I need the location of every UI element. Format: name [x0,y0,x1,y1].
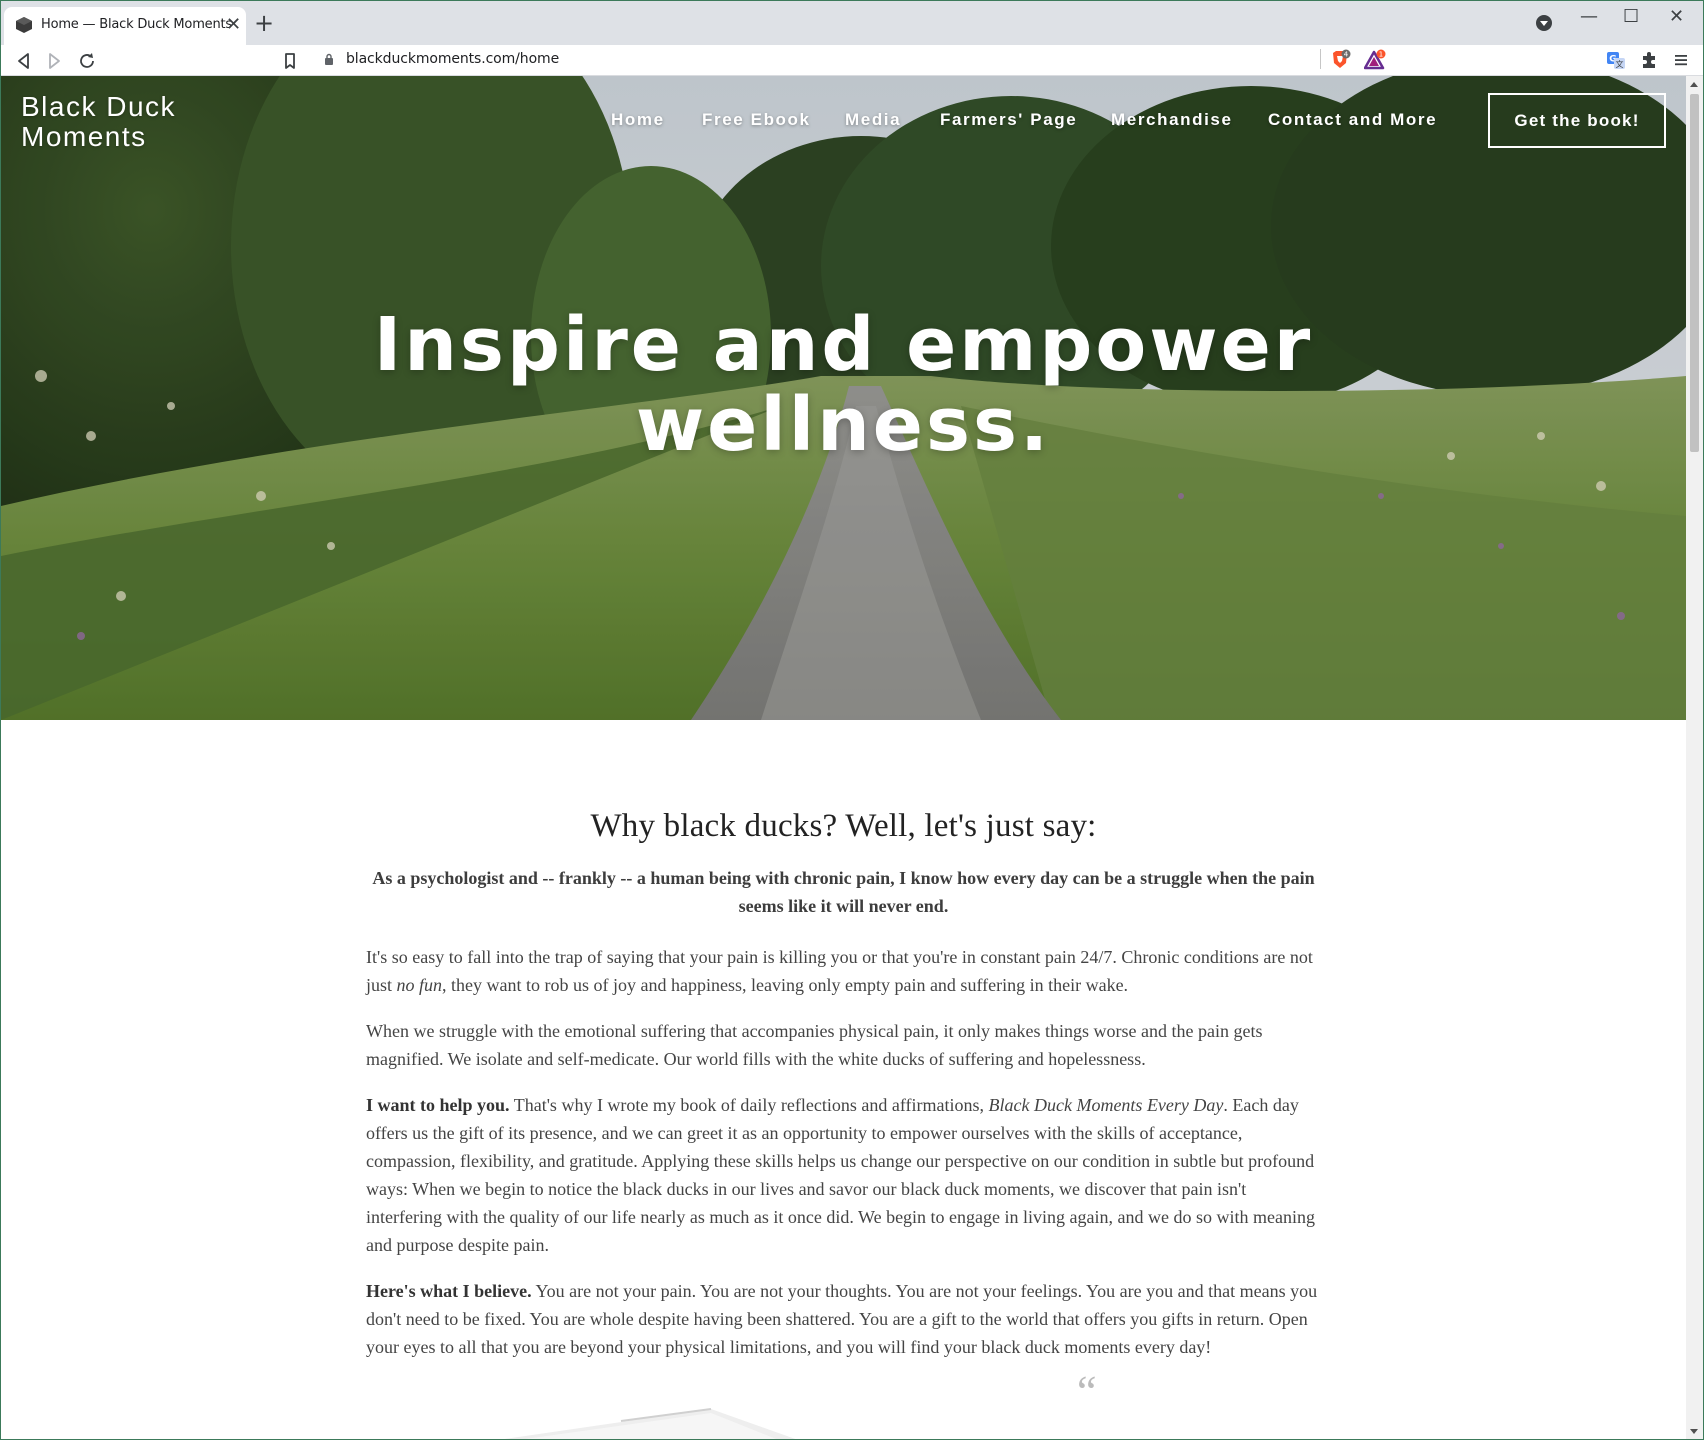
bookmark-icon[interactable] [278,49,302,73]
translate-icon[interactable]: G 文 [1605,49,1627,71]
intro-section: Why black ducks? Well, let's just say: A… [366,808,1321,1361]
scroll-up-icon[interactable] [1690,82,1698,87]
hero-headline-line2: wellness. [635,382,1052,468]
forward-icon[interactable] [42,49,66,73]
new-tab-button[interactable]: + [254,10,274,36]
hero-headline-line1: Inspire and empower [373,302,1314,388]
nav-link-contact[interactable]: Contact and More [1268,110,1437,130]
paragraph-4: Here's what I believe. You are not your … [366,1277,1321,1361]
nav-link-merchandise[interactable]: Merchandise [1111,110,1233,130]
paragraph-1-emphasis: no fun [396,975,443,995]
tab-title: Home — Black Duck Moments [41,17,232,32]
page-scrollbar[interactable] [1686,76,1703,1440]
paragraph-3: I want to help you. That's why I wrote m… [366,1091,1321,1259]
brave-rewards-icon[interactable]: 1 [1364,49,1386,71]
site-favicon-icon [16,17,32,33]
browser-toolbar: blackduckmoments.com/home 4 1 G 文 [0,45,1704,76]
tab-strip: Home — Black Duck Moments ✕ + — ☐ ✕ [0,0,1704,45]
tab-close-icon[interactable]: ✕ [226,16,241,34]
scroll-down-icon[interactable] [1690,1429,1698,1434]
close-window-button[interactable]: ✕ [1669,6,1684,27]
nav-link-farmers-page[interactable]: Farmers' Page [940,110,1077,130]
paragraph-4-bold: Here's what I believe. [366,1281,532,1301]
section-heading: Why black ducks? Well, let's just say: [590,808,1097,844]
address-bar[interactable]: blackduckmoments.com/home [312,46,1392,74]
paragraph-2: When we struggle with the emotional suff… [366,1021,1263,1069]
minimize-button[interactable]: — [1580,6,1598,27]
paragraph-1: It's so easy to fall into the trap of sa… [366,943,1321,999]
quote-mark-icon: “ [1077,1367,1097,1416]
paragraph-3-text: That's why I wrote my book of daily refl… [509,1095,989,1115]
toolbar-divider [1320,49,1321,69]
back-icon[interactable] [12,49,36,73]
nav-link-media[interactable]: Media [845,110,901,130]
hero-headline: Inspire and empower wellness. [1,305,1686,465]
web-page: Black Duck Moments Home Free Ebook Media… [1,76,1686,1440]
nav-link-free-ebook[interactable]: Free Ebook [702,110,811,130]
paragraph-3-bold: I want to help you. [366,1095,510,1115]
get-the-book-button[interactable]: Get the book! [1488,93,1666,148]
lead-paragraph: As a psychologist and -- frankly -- a hu… [372,868,1315,916]
nav-link-home[interactable]: Home [611,110,665,130]
hero-section: Black Duck Moments Home Free Ebook Media… [1,76,1686,720]
menu-icon[interactable] [1670,49,1692,71]
site-navigation: Home Free Ebook Media Farmers' Page Merc… [1,110,1686,140]
extensions-icon[interactable] [1638,49,1660,71]
scrollbar-thumb[interactable] [1690,94,1699,452]
paragraph-1-text-end: , they want to rob us of joy and happine… [442,975,1129,995]
maximize-button[interactable]: ☐ [1623,6,1639,27]
browser-tab[interactable]: Home — Black Duck Moments ✕ [4,7,246,45]
tab-search-icon[interactable] [1536,15,1552,31]
rewards-badge-count: 1 [1379,51,1383,59]
url-text: blackduckmoments.com/home [346,51,560,67]
svg-text:文: 文 [1616,59,1624,69]
reload-icon[interactable] [75,49,99,73]
brave-shield-icon[interactable]: 4 [1329,49,1351,71]
lock-icon [325,53,333,65]
paragraph-3-text-end: . Each day offers us the gift of its pre… [366,1095,1315,1255]
book-title: Black Duck Moments Every Day [988,1095,1224,1115]
shield-badge-count: 4 [1344,51,1349,59]
book-image [497,1408,799,1440]
